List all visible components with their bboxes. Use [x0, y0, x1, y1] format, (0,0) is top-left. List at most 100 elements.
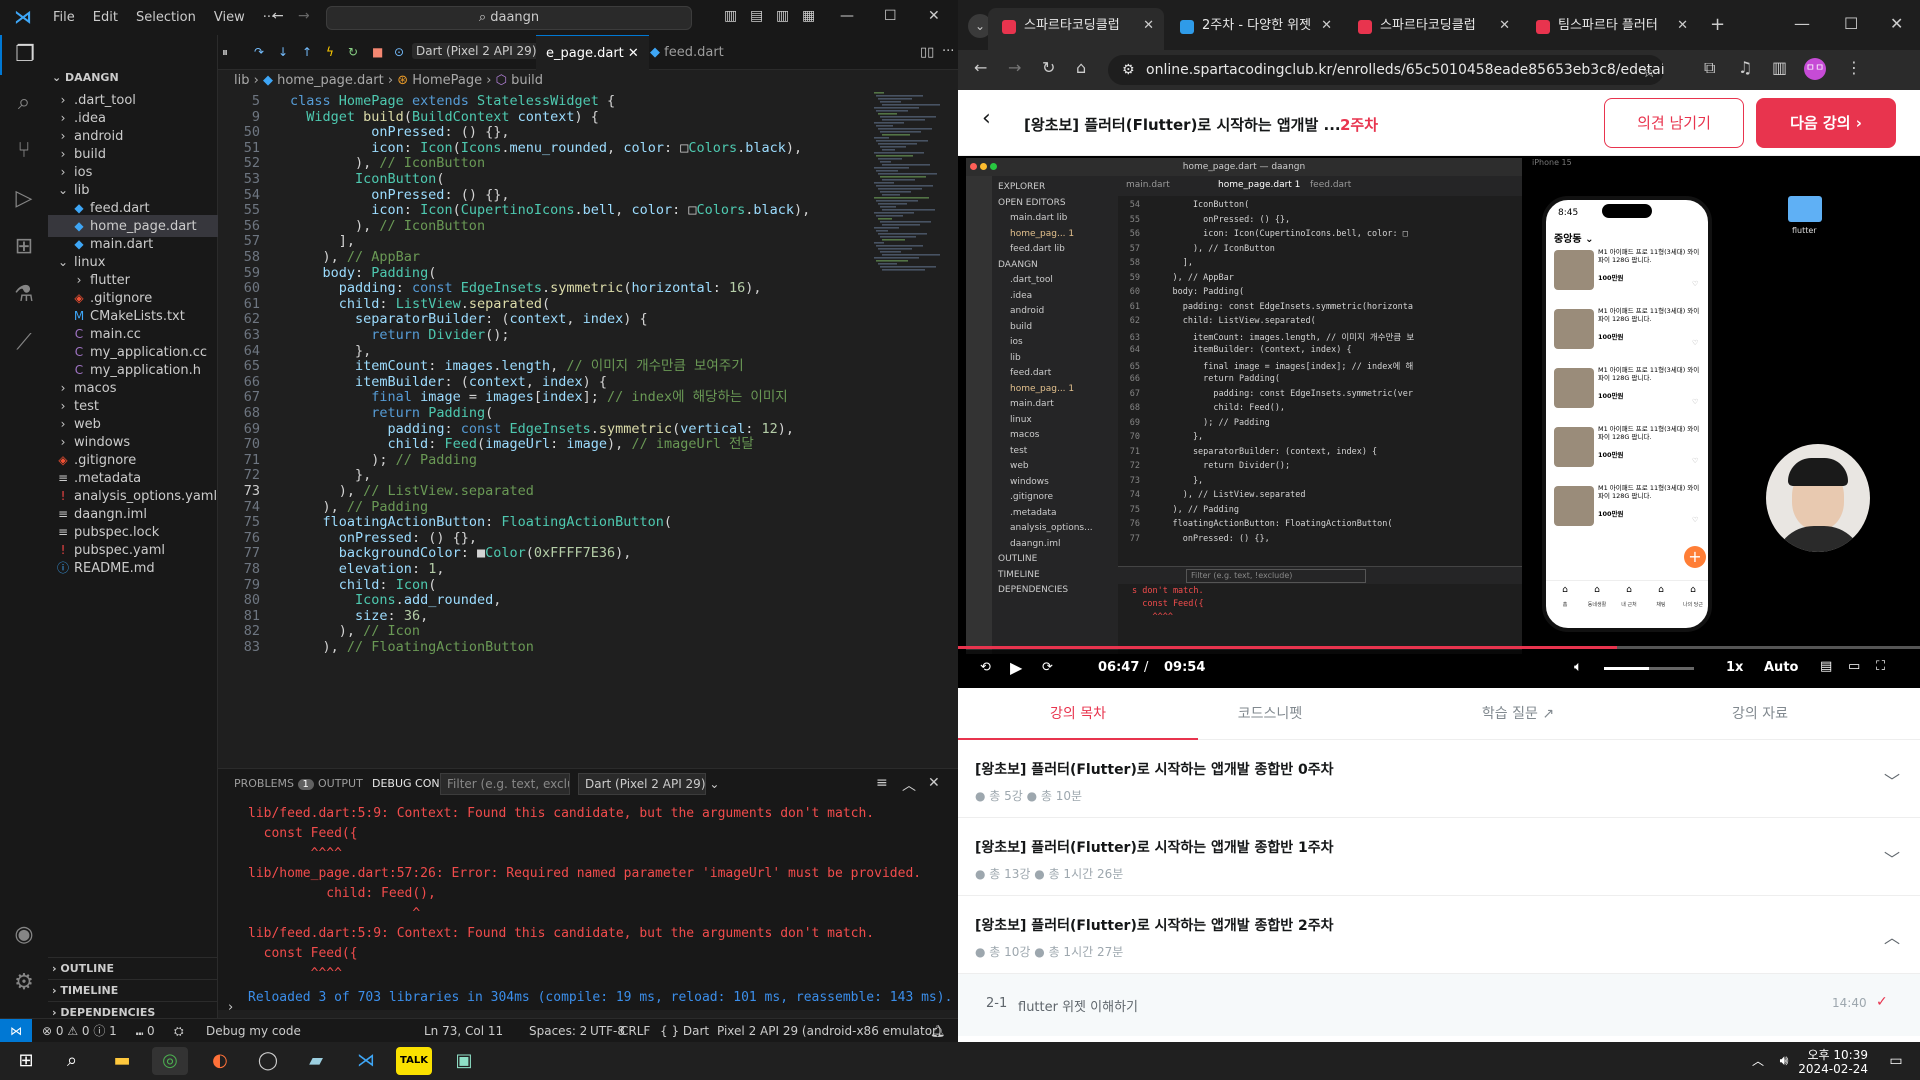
close-tab-icon[interactable]: ✕ — [1677, 8, 1688, 44]
console-input-chevron[interactable]: › — [228, 1000, 233, 1015]
curriculum-section[interactable]: [왕초보] 플러터(Flutter)로 시작하는 앱개발 종합반 2주차 ● 총 … — [958, 896, 1920, 974]
close-tab-icon[interactable]: ✕ — [628, 46, 639, 61]
more-actions-icon[interactable]: ··· — [942, 44, 954, 59]
command-center-search[interactable]: ⌕ daangn — [326, 6, 692, 30]
toggle-sidebar-icon[interactable]: ▥ — [724, 8, 737, 24]
curriculum-section[interactable]: [왕초보] 플러터(Flutter)로 시작하는 앱개발 종합반 0주차 ● 총 … — [958, 740, 1920, 818]
forward-icon[interactable]: → — [1008, 58, 1021, 77]
device-select[interactable]: Dart (Pixel 2 API 29) ⌄ — [412, 43, 555, 59]
maximize-icon[interactable]: ☐ — [1844, 14, 1858, 33]
taskbar-search-icon[interactable]: ⌕ — [54, 1047, 90, 1075]
tab-output[interactable]: OUTPUT — [318, 769, 363, 799]
device-status[interactable]: Pixel 2 API 29 (android-x86 emulator) — [717, 1019, 942, 1043]
notifications-icon[interactable]: ▭ — [1878, 1047, 1914, 1075]
clock-date[interactable]: 2024-02-24 — [1796, 1062, 1868, 1076]
extensions-puzzle-icon[interactable]: ⧉ — [1704, 58, 1715, 78]
vscode-taskbar-icon[interactable]: ⋊ — [348, 1047, 384, 1075]
minimize-icon[interactable]: — — [840, 8, 854, 24]
ports-status[interactable]: ⑉ 0 — [136, 1019, 155, 1043]
side-panel-icon[interactable]: ▥ — [1772, 58, 1787, 77]
remote-indicator-icon[interactable]: ⋈ — [0, 1019, 32, 1043]
tab-home-page[interactable]: e_page.dart ✕ — [536, 35, 649, 70]
tab-code-snippets[interactable]: 코드스니펫 — [1150, 688, 1390, 740]
tree-item[interactable]: ⓘ README.md — [48, 557, 218, 579]
profile-avatar[interactable]: ㅁㅁ — [1804, 58, 1826, 80]
toggle-secondary-sidebar-icon[interactable]: ▥ — [776, 8, 789, 24]
tab-problems[interactable]: PROBLEMS 1 — [234, 769, 314, 799]
hot-reload-icon[interactable]: ϟ — [326, 45, 334, 59]
debug-step-into-icon[interactable]: ↓ — [278, 45, 288, 59]
source-control-icon[interactable]: ⑂ — [0, 131, 48, 171]
notifications-bell-icon[interactable]: 🔔︎ — [930, 1019, 945, 1043]
theater-mode-icon[interactable]: ▭ — [1848, 659, 1860, 674]
forward-10-icon[interactable]: ⟳ — [1042, 660, 1053, 675]
back-icon[interactable]: ← — [974, 58, 987, 77]
browser-tab[interactable]: 스파르타코딩클럽 ✕ — [1344, 8, 1520, 50]
extensions-icon[interactable]: ⊞ — [0, 227, 48, 267]
menu-view[interactable]: View — [205, 10, 254, 25]
minimize-icon[interactable]: — — [1794, 14, 1810, 33]
outline-section[interactable]: › OUTLINE — [48, 957, 218, 979]
customize-layout-icon[interactable]: ▦ — [802, 8, 815, 24]
volume-icon[interactable]: 🔈︎ — [1574, 659, 1582, 675]
account-icon[interactable]: ◉ — [0, 915, 48, 955]
split-editor-icon[interactable]: ▯▯ — [920, 45, 934, 60]
feedback-button[interactable]: 의견 남기기 — [1604, 98, 1744, 148]
chevron-down-icon[interactable]: ﹀ — [1884, 846, 1900, 870]
app-icon[interactable]: ▣ — [446, 1047, 482, 1075]
tab-questions[interactable]: 학습 질문 ↗ — [1398, 688, 1638, 740]
firefox-icon[interactable]: ◐ — [202, 1047, 238, 1075]
video-progress-track[interactable] — [958, 646, 1920, 649]
close-panel-icon[interactable]: ✕ — [928, 775, 940, 791]
testing-icon[interactable]: ⚗ — [0, 275, 48, 315]
code-editor[interactable]: 5 class HomePage extends StatelessWidget … — [218, 92, 958, 760]
fullscreen-icon[interactable]: ⛶ — [1876, 659, 1885, 674]
maximize-panel-icon[interactable]: ︿ — [902, 775, 916, 795]
new-tab-icon[interactable]: + — [1710, 14, 1725, 35]
eol-status[interactable]: CRLF — [620, 1019, 650, 1043]
chevron-up-icon[interactable]: ︿ — [1884, 924, 1900, 948]
explorer-icon[interactable]: ❐ — [0, 35, 48, 75]
debug-pause-icon[interactable]: ⏸ — [222, 45, 228, 60]
close-tab-icon[interactable]: ✕ — [1143, 8, 1154, 44]
cursor-position-status[interactable]: Ln 73, Col 11 — [424, 1019, 503, 1043]
chrome-menu-icon[interactable]: ⋮ — [1846, 58, 1862, 77]
flutter-inspector-icon[interactable]: ⊙ — [394, 45, 404, 59]
indent-status[interactable]: Spaces: 2 — [529, 1019, 587, 1043]
lesson-row[interactable]: 2-1 flutter 위젯 이해하기 14:40 ✓ — [958, 974, 1920, 1036]
clear-console-icon[interactable]: ≡ — [876, 775, 888, 791]
file-explorer-icon[interactable]: ▬ — [104, 1047, 140, 1075]
address-bar[interactable]: ⚙ online.spartacodingclub.kr/enrolleds/65… — [1108, 55, 1664, 85]
browser-tab[interactable]: 팀스파르타 플러터 ✕ — [1522, 8, 1698, 50]
explorer-root[interactable]: ⌄ DAANGN — [48, 67, 218, 89]
panel-device-select[interactable]: Dart (Pixel 2 API 29) ⌄ — [578, 773, 719, 795]
reload-icon[interactable]: ↻ — [1042, 58, 1055, 77]
close-window-icon[interactable]: ✕ — [928, 8, 940, 24]
volume-slider[interactable] — [1604, 667, 1694, 670]
home-icon[interactable]: ⌂ — [1076, 58, 1086, 77]
tab-materials[interactable]: 강의 자료 — [1640, 688, 1880, 740]
windows-start-icon[interactable]: ⊞ — [8, 1047, 44, 1075]
problems-status[interactable]: ⊗ 0 ⚠ 0 ⓘ 1 — [42, 1019, 117, 1043]
panel-filter-input[interactable]: Filter (e.g. text, exclu... — [440, 773, 570, 795]
chevron-down-icon[interactable]: ﹀ — [1884, 768, 1900, 792]
video-player[interactable]: home_page.dart — daangn EXPLORER OPEN EDI… — [958, 156, 1920, 688]
toggle-panel-icon[interactable]: ▤ — [750, 8, 763, 24]
tab-feed[interactable]: ◆ feed.dart — [640, 35, 734, 70]
media-controls-icon[interactable]: ♫ — [1738, 58, 1752, 77]
github-desktop-icon[interactable]: ◯ — [250, 1047, 286, 1075]
clock-time[interactable]: 오후 10:39 — [1796, 1046, 1868, 1063]
debug-step-out-icon[interactable]: ↑ — [302, 45, 312, 59]
notepad-icon[interactable]: ▰ — [298, 1047, 334, 1075]
debug-status-icon[interactable]: ⛭ — [174, 1019, 184, 1043]
browser-tab[interactable]: 2주차 - 다양한 위젯 ✕ — [1166, 8, 1342, 50]
menu-selection[interactable]: Selection — [127, 10, 205, 25]
bookmark-star-icon[interactable]: ☆ — [1642, 62, 1656, 81]
language-status[interactable]: { } Dart — [660, 1019, 709, 1043]
quality-select[interactable]: Auto — [1764, 660, 1798, 675]
settings-gear-icon[interactable]: ⚙ — [0, 963, 48, 1003]
site-info-icon[interactable]: ⚙ — [1122, 55, 1135, 85]
debug-config-status[interactable]: Debug my code — [206, 1019, 301, 1043]
run-debug-icon[interactable]: ▷ — [0, 179, 48, 219]
next-lecture-button[interactable]: 다음 강의 › — [1756, 98, 1896, 148]
